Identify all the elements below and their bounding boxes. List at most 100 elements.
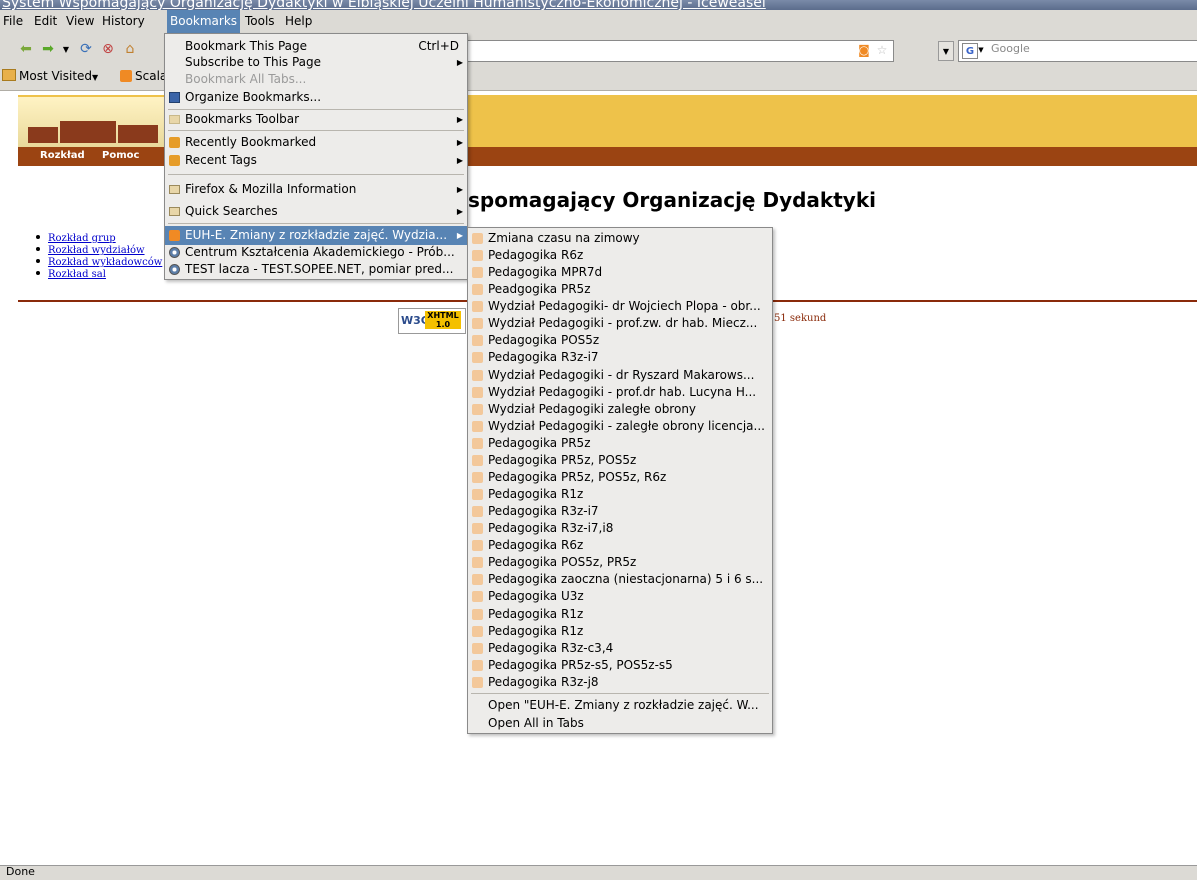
folder-icon [169,207,180,216]
rss-feed-icon [472,643,483,654]
menu-item-organize-bookmarks[interactable]: Organize Bookmarks... [165,88,467,107]
window-titlebar: System Wspomagający Organizację Dydaktyk… [0,0,1197,10]
feed-item[interactable]: Pedagogika R3z-i7 [468,348,772,367]
menu-item-quick-searches[interactable]: Quick Searches ▶ [165,202,467,221]
test-lacza-label: TEST lacza - TEST.SOPEE.NET, pomiar pred… [185,262,454,276]
list-item: Rozkład sal [36,269,162,281]
rss-feed-icon [472,370,483,381]
rss-feed-icon [472,472,483,483]
engine-dropdown-icon[interactable]: ▼ [977,45,985,55]
forward-icon[interactable]: ➡ [40,40,56,58]
submenu-arrow-icon: ▶ [456,185,463,194]
recent-tags-label: Recent Tags [185,153,257,167]
site-nav-pomoc[interactable]: Pomoc [102,150,139,161]
menu-item-recently-bookmarked[interactable]: Recently Bookmarked ▶ [165,133,467,152]
star-icon[interactable]: ☆ [875,43,889,57]
back-icon[interactable]: ⬅ [18,40,34,58]
folder-icon [2,69,16,81]
home-icon[interactable]: ⌂ [122,40,138,58]
rss-feed-icon[interactable]: ◙ [857,43,871,57]
generation-time: 51 sekund [774,313,827,324]
menu-separator [168,223,464,224]
window-title: System Wspomagający Organizację Dydaktyk… [2,0,766,10]
menu-separator [471,693,769,694]
url-bar[interactable]: ◙ ☆ [462,40,894,62]
rss-feed-icon [472,301,483,312]
feed-item-label: Pedagogika R3z-i7 [488,350,599,364]
w3c-xhtml-badge[interactable]: W3C XHTML 1.0 [398,308,466,334]
menu-item-bookmarks-toolbar[interactable]: Bookmarks Toolbar ▶ [165,110,467,129]
firefox-info-label: Firefox & Mozilla Information [185,182,357,196]
rss-feed-icon [472,267,483,278]
menu-history[interactable]: History [99,10,148,33]
menu-help[interactable]: Help [282,10,315,33]
rss-feed-icon [472,557,483,568]
rss-feed-icon [169,230,180,241]
rss-feed-icon [472,626,483,637]
bookmark-most-visited[interactable]: Most Visited▼ [2,69,98,83]
menu-view[interactable]: View [63,10,97,33]
menu-tools[interactable]: Tools [242,10,278,33]
menu-bookmarks[interactable]: Bookmarks [167,10,241,33]
logo-building-right [118,125,158,143]
organize-icon [169,92,180,103]
site-logo [18,97,168,147]
rss-feed-icon [472,591,483,602]
status-bar: Done [0,865,1197,880]
menu-item-open-feed[interactable]: Open "EUH-E. Zmiany z rozkładzie zajęć. … [468,696,772,715]
url-dropdown-icon[interactable]: ▼ [938,41,954,61]
feed-item[interactable]: Pedagogika R3z-j8 [468,673,772,692]
menu-item-recent-tags[interactable]: Recent Tags ▶ [165,151,467,170]
link-rozklad-sal[interactable]: Rozkład sal [48,269,106,280]
google-engine-icon[interactable]: G [962,43,978,59]
search-box[interactable]: G ▼ Google [958,40,1197,62]
submenu-arrow-icon: ▶ [456,138,463,147]
list-item: Rozkład wykładowców [36,257,162,269]
organize-label: Organize Bookmarks... [185,90,322,104]
quick-searches-label: Quick Searches [185,204,278,218]
rss-feed-icon [472,609,483,620]
rss-feed-icon [472,404,483,415]
feed-submenu: Zmiana czasu na zimowy Pedagogika R6z Peda… [467,227,773,734]
rss-feed-icon [472,387,483,398]
link-rozklad-wydzialow[interactable]: Rozkład wydziałów [48,245,145,256]
menu-file[interactable]: File [0,10,26,33]
bookmark-scala[interactable]: Scala [120,69,167,83]
link-rozklad-grup[interactable]: Rozkład grup [48,233,116,244]
reload-icon[interactable]: ⟳ [78,40,94,58]
bookmarks-toolbar-folder-icon [169,115,180,124]
status-text: Done [6,865,35,878]
rss-feed-icon [472,250,483,261]
search-placeholder: Google [991,42,1030,55]
submenu-arrow-icon: ▶ [456,115,463,124]
rss-feed-icon [472,489,483,500]
recently-bookmarked-label: Recently Bookmarked [185,135,317,149]
rss-feed-icon [120,70,132,82]
menu-edit[interactable]: Edit [31,10,60,33]
rss-feed-icon [472,318,483,329]
history-dropdown-icon[interactable]: ▼ [60,40,72,58]
menu-item-open-all-in-tabs-label: Open All in Tabs [488,716,584,730]
submenu-arrow-icon: ▶ [456,156,463,165]
bookmark-scala-label: Scala [135,69,168,83]
rss-feed-icon [472,523,483,534]
rss-feed-icon [472,574,483,585]
menu-item-firefox-info[interactable]: Firefox & Mozilla Information ▶ [165,180,467,199]
rss-feed-icon [472,438,483,449]
menu-bar: File Edit View History Bookmarks Tools H… [0,10,1197,33]
bookmark-most-visited-label: Most Visited [19,69,93,83]
stop-icon[interactable]: ⊗ [100,40,116,58]
feed-item-label: Pedagogika R3z-j8 [488,675,599,689]
menu-item-open-all-in-tabs[interactable]: Open All in Tabs [468,714,772,733]
page-icon [169,264,180,275]
rss-feed-icon [472,335,483,346]
site-nav-rozklad[interactable]: Rozkład [40,150,85,161]
link-rozklad-wykladowcow[interactable]: Rozkład wykładowców [48,257,162,268]
recent-tags-icon [169,155,180,166]
menu-item-test-lacza[interactable]: TEST lacza - TEST.SOPEE.NET, pomiar pred… [165,260,467,279]
feed-item-label: Pedagogika U3z [488,589,584,603]
feed-item[interactable]: Pedagogika U3z [468,587,772,606]
bookmarks-toolbar-label: Bookmarks Toolbar [185,112,300,126]
list-item: Rozkład grup [36,233,162,245]
page-heading: spomagający Organizację Dydaktyki [468,188,876,212]
